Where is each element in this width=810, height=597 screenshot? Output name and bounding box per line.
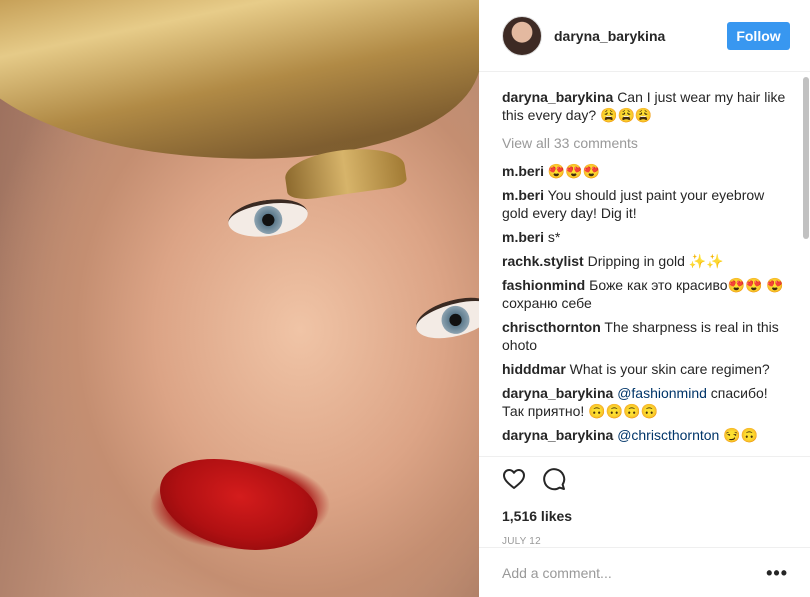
- comment-username[interactable]: daryna_barykina: [502, 427, 613, 443]
- comments-list[interactable]: daryna_barykina Can I just wear my hair …: [479, 72, 810, 456]
- likes-count[interactable]: 1,516 likes: [502, 508, 787, 524]
- add-comment-bar: •••: [479, 547, 810, 597]
- comment-text: 😏🙃: [723, 427, 759, 443]
- comment-item: m.beri s*: [502, 228, 789, 246]
- header-username[interactable]: daryna_barykina: [554, 28, 727, 44]
- comment-item: m.beri 😍😍😍: [502, 162, 789, 180]
- photo-lips: [150, 446, 326, 564]
- caption-username[interactable]: daryna_barykina: [502, 89, 613, 105]
- follow-button[interactable]: Follow: [727, 21, 790, 50]
- comment-username[interactable]: daryna_barykina: [502, 385, 613, 401]
- comment-username[interactable]: fashionmind: [502, 277, 585, 293]
- comment-mention-link[interactable]: @chriscthornton: [617, 427, 719, 443]
- comment-item: m.beri You should just paint your eyebro…: [502, 186, 789, 222]
- comment-item: rachk.stylist Dripping in gold ✨✨: [502, 252, 789, 270]
- comments-scrollbar[interactable]: [803, 77, 809, 239]
- action-icons: [502, 467, 787, 491]
- comment-mention-link[interactable]: @fashionmind: [617, 385, 707, 401]
- comment-text: 😍😍😍: [547, 163, 601, 179]
- comment-item: hidddmar What is your skin care regimen?: [502, 360, 789, 378]
- comment-item: daryna_barykina @chriscthornton 😏🙃: [502, 426, 789, 444]
- caption: daryna_barykina Can I just wear my hair …: [502, 88, 789, 124]
- comment-input[interactable]: [502, 564, 767, 581]
- comment-username[interactable]: rachk.stylist: [502, 253, 584, 269]
- comment-item: chriscthornton The sharpness is real in …: [502, 318, 789, 354]
- photo-eye-left: [225, 194, 311, 242]
- comment-text: s*: [547, 229, 561, 245]
- comment-username[interactable]: chriscthornton: [502, 319, 601, 335]
- comment-username[interactable]: m.beri: [502, 229, 544, 245]
- photo-eye-right: [411, 290, 479, 346]
- comment-username[interactable]: hidddmar: [502, 361, 566, 377]
- avatar[interactable]: [502, 15, 542, 56]
- comment-bubble-icon[interactable]: [542, 467, 566, 491]
- comment-item: fashionmind Боже как это красиво😍😍 😍сохр…: [502, 276, 789, 312]
- heart-icon[interactable]: [502, 467, 526, 491]
- comment-text: Dripping in gold ✨✨: [587, 253, 724, 269]
- post-header: daryna_barykina Follow: [479, 0, 810, 72]
- post-date[interactable]: JULY 12: [502, 536, 787, 547]
- comment-username[interactable]: m.beri: [502, 187, 544, 203]
- post-photo[interactable]: [0, 0, 479, 597]
- comment-text: What is your skin care regimen?: [569, 361, 770, 377]
- post-side-panel: daryna_barykina Follow daryna_barykina C…: [479, 0, 810, 597]
- comment-item: daryna_barykina @fashionmind спасибо! Та…: [502, 384, 789, 420]
- view-all-comments-link[interactable]: View all 33 comments: [502, 134, 789, 152]
- photo-hair: [0, 0, 479, 196]
- comment-username[interactable]: m.beri: [502, 163, 544, 179]
- more-options-icon[interactable]: •••: [766, 564, 788, 582]
